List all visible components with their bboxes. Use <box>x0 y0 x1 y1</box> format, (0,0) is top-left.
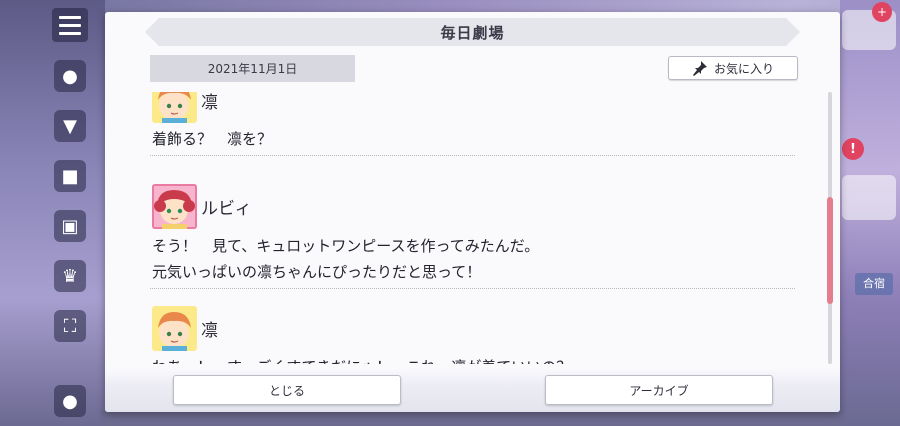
shop-icon[interactable]: ▼ <box>54 110 86 142</box>
screen-icon[interactable]: ▣ <box>54 210 86 242</box>
dialogue-scroll-area[interactable]: 凛 着飾る？ 凛を？ ルビィ そう！ 見て、キュロットワンピースを作ってみたんだ… <box>150 92 800 364</box>
title-bar: 毎日劇場 <box>145 18 800 46</box>
dialogue-line: そう！ 見て、キュロットワンピースを作ってみたんだ。 <box>152 237 540 255</box>
trophy-icon[interactable]: ♛ <box>54 260 86 292</box>
speaker: 凛 <box>152 92 218 123</box>
speaker-name: 凛 <box>201 321 218 341</box>
fullscreen-icon[interactable]: ⛶ <box>54 310 86 342</box>
divider <box>150 155 795 156</box>
left-rail: ● ▼ ■ ▣ ♛ ⛶ ● <box>48 0 92 426</box>
speaker-name: ルビィ <box>201 199 252 219</box>
dialogue-line: 着飾る？ 凛を？ <box>152 130 273 148</box>
pin-icon <box>692 61 707 76</box>
daily-theater-dialog: 毎日劇場 2021年11月1日 お気に入り 凛 着飾る？ 凛を？ ルビィ そう！… <box>105 12 840 412</box>
background-bottom <box>100 410 845 426</box>
dialogue-line: わあ～！ すっごくすてきだにゃ！ これ、凛が着ていいの？ <box>152 356 571 364</box>
alert-icon: ! <box>842 138 864 160</box>
date-label: 2021年11月1日 <box>150 55 355 82</box>
chat-icon[interactable]: ● <box>54 60 86 92</box>
close-button[interactable]: とじる <box>173 375 401 405</box>
right-panel <box>842 175 896 220</box>
speaker: 凛 <box>152 306 218 351</box>
rin-avatar <box>152 306 197 351</box>
notification-badge-icon: + <box>872 2 892 22</box>
camp-label[interactable]: 合宿 <box>855 273 893 295</box>
divider <box>150 288 795 289</box>
speaker-name: 凛 <box>201 93 218 113</box>
speaker: ルビィ <box>152 184 252 229</box>
gift-icon[interactable]: ■ <box>54 160 86 192</box>
dialogue-line: 元気いっぱいの凛ちゃんにぴったりだと思って！ <box>152 263 482 281</box>
dialog-title: 毎日劇場 <box>440 23 505 42</box>
profile-icon[interactable]: ● <box>54 385 86 417</box>
favorite-label: お気に入り <box>713 61 774 76</box>
ruby-avatar <box>152 184 197 229</box>
rin-avatar <box>152 92 197 123</box>
scrollbar-thumb[interactable] <box>827 197 833 304</box>
archive-button[interactable]: アーカイブ <box>545 375 773 405</box>
favorite-button[interactable]: お気に入り <box>668 56 798 80</box>
